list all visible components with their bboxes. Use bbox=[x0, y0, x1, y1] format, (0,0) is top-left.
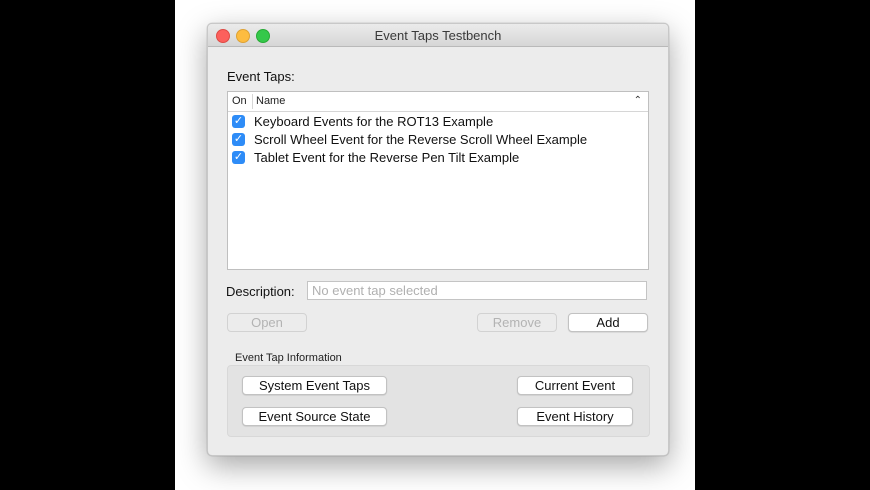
table-row[interactable]: ✓ Tablet Event for the Reverse Pen Tilt … bbox=[228, 149, 648, 167]
table-row[interactable]: ✓ Scroll Wheel Event for the Reverse Scr… bbox=[228, 131, 648, 149]
table-header: On Name ⌃ bbox=[228, 92, 648, 112]
event-taps-label: Event Taps: bbox=[227, 69, 295, 84]
event-source-state-button[interactable]: Event Source State bbox=[242, 407, 387, 426]
event-taps-table[interactable]: On Name ⌃ ✓ Keyboard Events for the ROT1… bbox=[227, 91, 649, 270]
add-button[interactable]: Add bbox=[568, 313, 648, 332]
row-name: Keyboard Events for the ROT13 Example bbox=[254, 114, 494, 129]
system-event-taps-button[interactable]: System Event Taps bbox=[242, 376, 387, 395]
checkmark-icon[interactable]: ✓ bbox=[232, 115, 245, 128]
event-tap-information-group: System Event Taps Current Event Event So… bbox=[227, 365, 650, 437]
event-tap-information-label: Event Tap Information bbox=[235, 352, 342, 364]
description-field[interactable] bbox=[307, 281, 647, 300]
checkmark-icon[interactable]: ✓ bbox=[232, 151, 245, 164]
column-header-on[interactable]: On bbox=[232, 95, 247, 107]
current-event-button[interactable]: Current Event bbox=[517, 376, 633, 395]
window-title: Event Taps Testbench bbox=[374, 28, 502, 43]
app-window: Event Taps Testbench Event Taps: On Name… bbox=[207, 23, 669, 456]
event-history-button[interactable]: Event History bbox=[517, 407, 633, 426]
row-name: Scroll Wheel Event for the Reverse Scrol… bbox=[254, 132, 588, 147]
column-divider bbox=[252, 94, 253, 109]
remove-button[interactable]: Remove bbox=[477, 313, 557, 332]
checkmark-icon[interactable]: ✓ bbox=[232, 133, 245, 146]
chevron-up-icon[interactable]: ⌃ bbox=[634, 95, 642, 106]
column-header-name[interactable]: Name bbox=[256, 95, 285, 107]
row-name: Tablet Event for the Reverse Pen Tilt Ex… bbox=[254, 150, 520, 165]
description-label: Description: bbox=[226, 284, 295, 299]
open-button[interactable]: Open bbox=[227, 313, 307, 332]
table-row[interactable]: ✓ Keyboard Events for the ROT13 Example bbox=[228, 113, 648, 131]
title-bar[interactable]: Event Taps Testbench bbox=[208, 24, 668, 47]
